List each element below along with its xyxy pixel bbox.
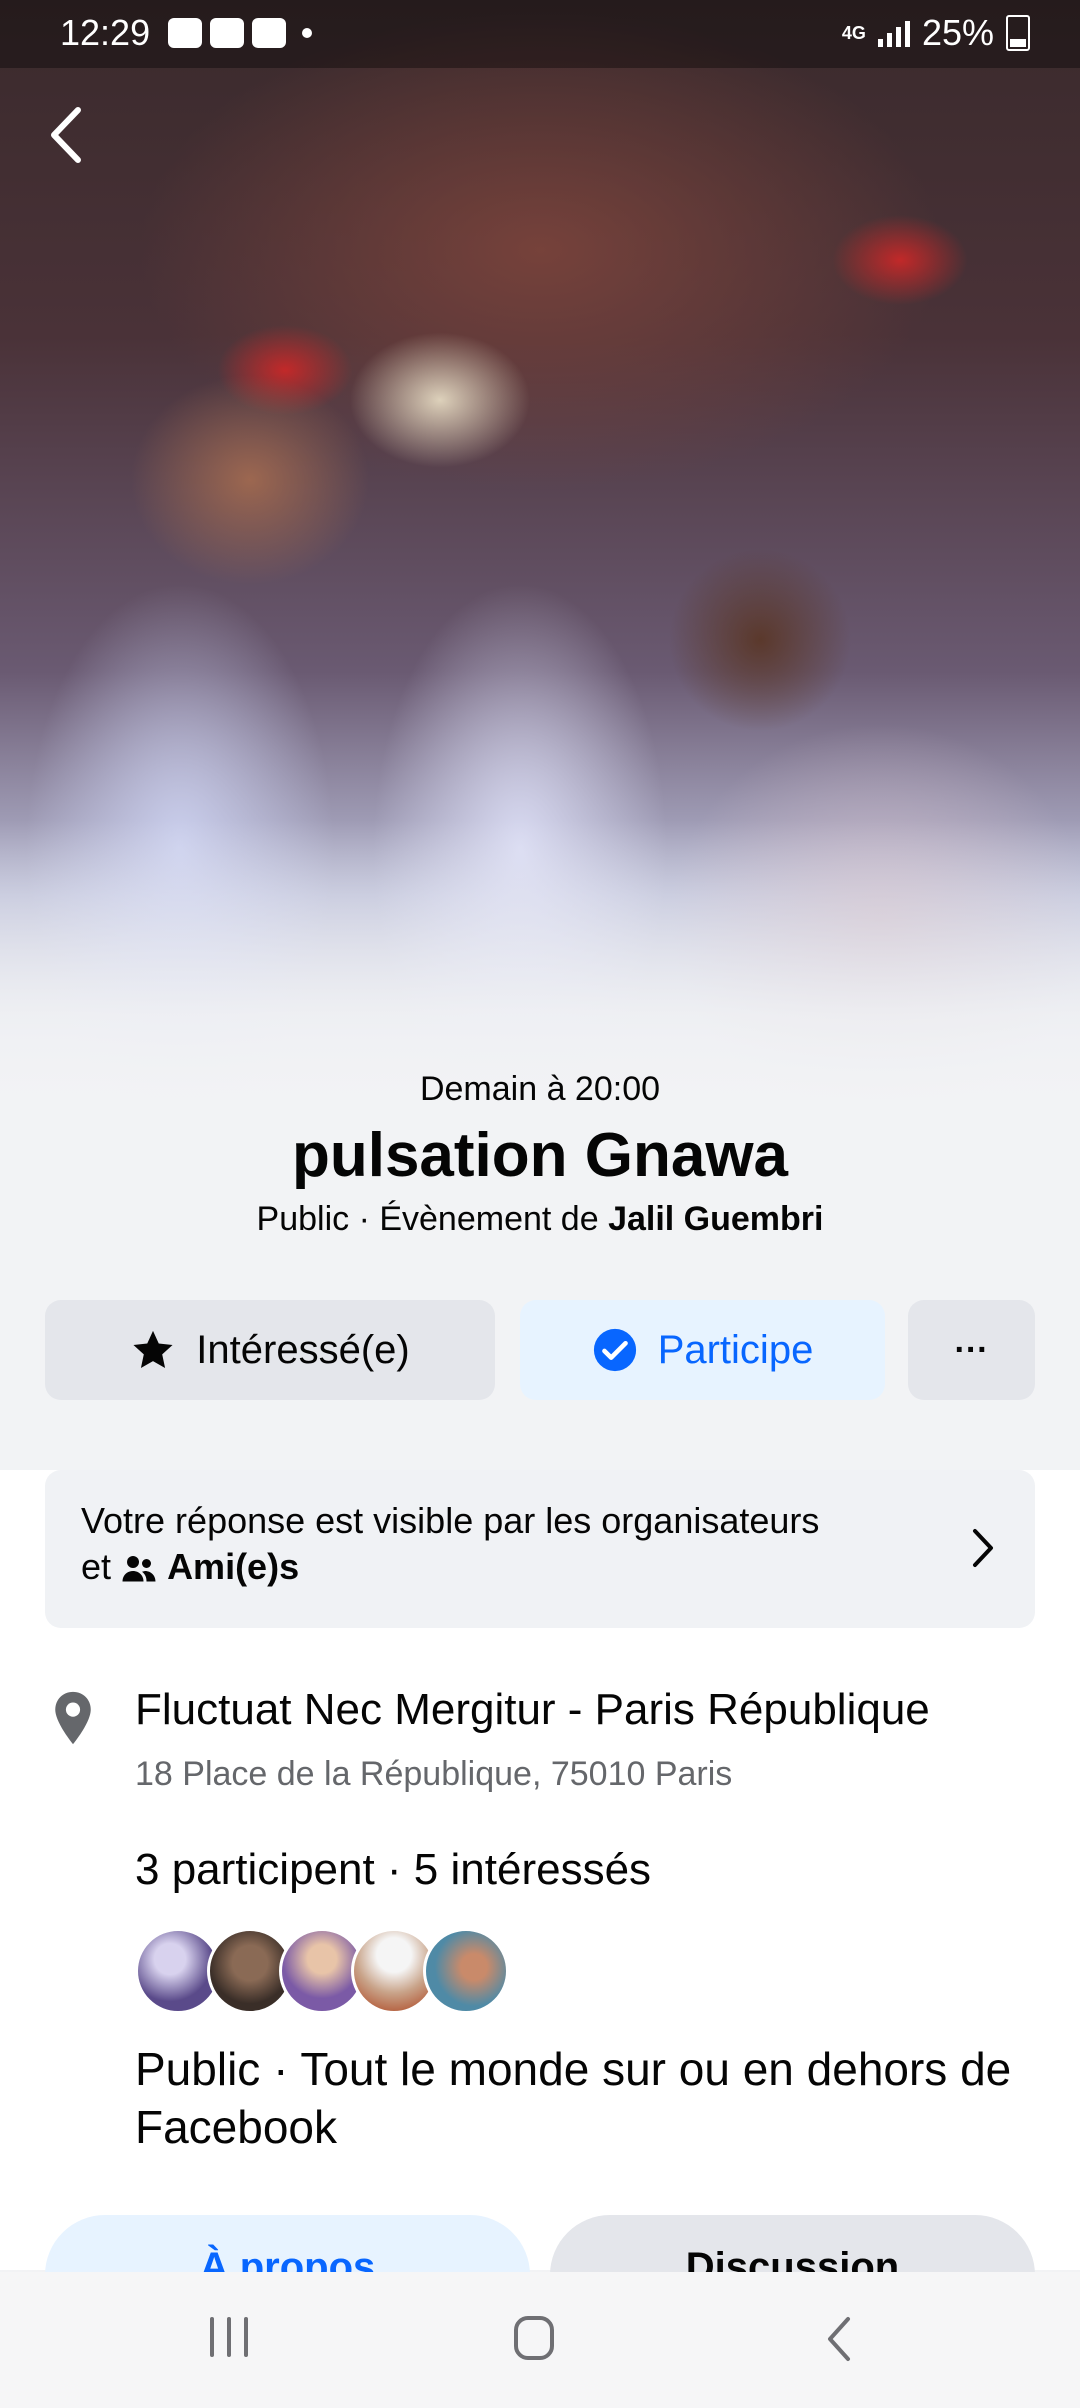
notice-audience-line: et Ami(e)s	[81, 1544, 999, 1590]
system-navigation-bar	[0, 2272, 1080, 2408]
attendee-avatars[interactable]	[135, 1928, 509, 2014]
status-bar: 12:29 4G 25%	[0, 0, 1080, 68]
notice-audience: Ami(e)s	[167, 1546, 300, 1587]
event-date: Demain à 20:00	[419, 1070, 661, 1108]
participate-button[interactable]: Participe	[520, 1300, 885, 1400]
interested-button[interactable]: Intéressé(e)	[45, 1300, 495, 1400]
youtube-notification-icon	[210, 18, 244, 48]
network-type: 4G	[841, 23, 866, 43]
venue-address[interactable]: 18 Place de la République, 75010 Paris	[135, 1755, 732, 1794]
attendance-counts[interactable]: 3 participent · 5 intéressés	[135, 1845, 651, 1895]
participate-label: Participe	[657, 1327, 814, 1372]
back-button[interactable]	[40, 100, 100, 170]
event-visibility: Public · Évènement de	[256, 1200, 609, 1238]
more-notifications-icon	[302, 28, 312, 38]
notice-prefix: et	[81, 1546, 112, 1587]
notification-icons	[168, 18, 312, 48]
back-arrow-icon	[51, 107, 81, 163]
friends-icon	[122, 1556, 156, 1582]
interested-label: Intéressé(e)	[196, 1327, 410, 1372]
youtube-notification-icon	[252, 18, 286, 48]
home-button[interactable]	[514, 2316, 554, 2360]
gallery-notification-icon	[168, 18, 202, 48]
battery-icon	[1006, 15, 1030, 51]
more-icon: ···	[954, 1330, 989, 1369]
notice-text: Votre réponse est visible par les organi…	[81, 1500, 820, 1541]
system-back-icon[interactable]	[820, 2314, 860, 2364]
organizer-link[interactable]: Jalil Guembri	[608, 1200, 823, 1238]
event-cover-photo[interactable]	[0, 0, 1080, 1120]
event-title: pulsation Gnawa	[291, 1121, 789, 1190]
more-options-button[interactable]: ···	[908, 1300, 1035, 1400]
status-time: 12:29	[60, 12, 151, 53]
signal-icon	[877, 19, 910, 47]
location-pin-icon	[55, 1691, 91, 1745]
status-right: 4G 25%	[842, 12, 1030, 54]
response-visibility-notice[interactable]: Votre réponse est visible par les organi…	[45, 1470, 1035, 1628]
venue-name[interactable]: Fluctuat Nec Mergitur - Paris République	[135, 1685, 930, 1735]
battery-percent: 25%	[921, 12, 994, 53]
chevron-right-icon	[973, 1529, 993, 1567]
check-circle-icon	[593, 1328, 636, 1372]
recent-apps-button[interactable]	[210, 2317, 248, 2357]
avatar[interactable]	[423, 1928, 509, 2014]
event-privacy: Public · Tout le monde sur ou en dehors …	[135, 2043, 1012, 2153]
star-icon	[133, 1330, 173, 1369]
event-subtitle: Public · Évènement de Jalil Guembri	[0, 1200, 1080, 1239]
